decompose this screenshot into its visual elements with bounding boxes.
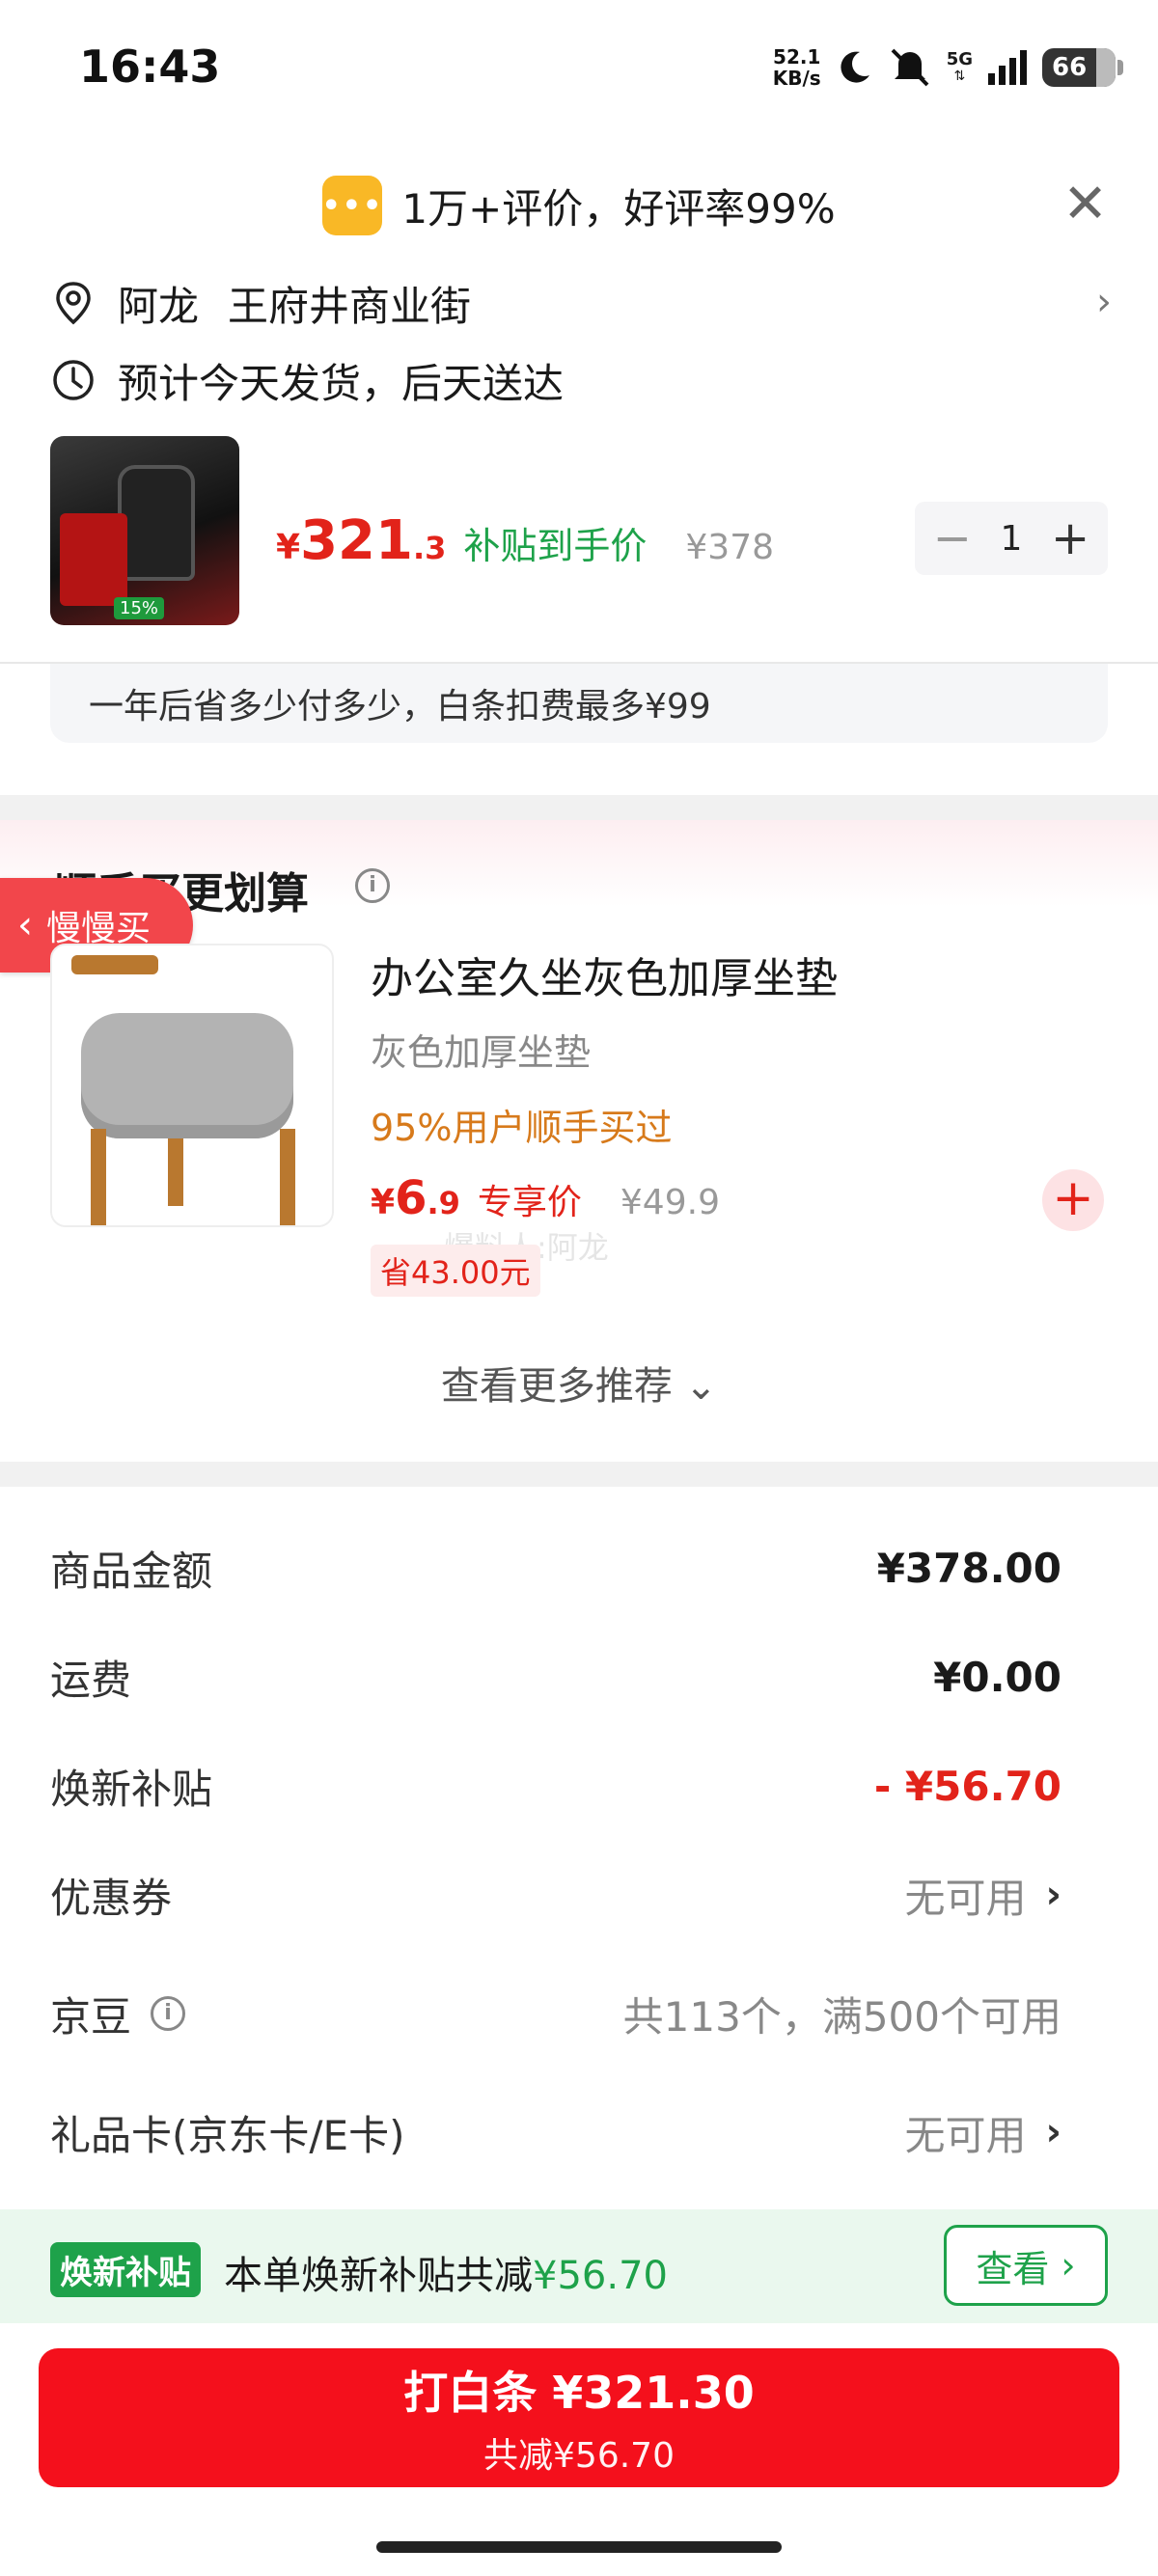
recommend-item-hint: 95%用户顺手买过 [371, 1107, 673, 1149]
address-row[interactable]: 阿龙 王府井商业街 › [50, 274, 1112, 332]
subsidy-text: 本单焕新补贴共减¥56.70 [224, 2254, 668, 2298]
pay-button-sub: 共减¥56.70 [483, 2436, 675, 2476]
pay-button[interactable]: 打白条 ¥321.30 共减¥56.70 [39, 2348, 1119, 2487]
clock-icon [53, 360, 94, 400]
battery-indicator: 66 [1042, 48, 1123, 87]
review-text: 1万+评价，好评率99% [401, 184, 836, 233]
recommend-item-price: ¥ 6 .9 专享价 ¥49.9 [371, 1171, 720, 1225]
product-price: ¥ 321 .3 补贴到手价 ¥378 [276, 509, 775, 572]
view-subsidy-button[interactable]: 查看 › [944, 2225, 1108, 2306]
product-image-badge: 15% [114, 597, 165, 619]
more-recommend-link[interactable]: 查看更多推荐 ⌄ [0, 1355, 1158, 1411]
recommend-item-name[interactable]: 办公室久坐灰色加厚坐垫 [371, 944, 838, 1005]
save-badge: 省43.00元 [371, 1245, 540, 1297]
review-banner: ••• 1万+评价，好评率99% [0, 172, 1158, 239]
quantity-value[interactable]: 1 [1001, 519, 1023, 559]
cost-row-giftcard[interactable]: 礼品卡(京东卡/E卡) 无可用 › [50, 2098, 1062, 2166]
section-gap [0, 795, 1158, 820]
pay-button-main: 打白条 ¥321.30 [403, 2367, 755, 2419]
home-indicator[interactable] [376, 2541, 782, 2553]
cost-row-subsidy: 焕新补贴 - ¥56.70 [50, 1762, 1062, 1813]
status-icons: 52.1 KB/s 5G ⇅ 66 [772, 39, 1123, 96]
recommend-item-spec: 灰色加厚坐垫 [371, 1031, 592, 1074]
mute-icon [891, 48, 929, 87]
chevron-right-icon: › [1045, 2110, 1062, 2154]
chat-bubble-icon: ••• [322, 176, 383, 235]
info-icon[interactable]: i [151, 1996, 186, 2031]
cost-row-coupon[interactable]: 优惠券 无可用 › [50, 1861, 1062, 1929]
moon-icon [841, 51, 869, 83]
address-detail: 王府井商业街 [228, 282, 472, 330]
subsidy-tag: 焕新补贴 [50, 2242, 201, 2297]
chevron-right-icon: › [1096, 280, 1112, 324]
cost-row-jingdou: 京豆 i 共113个，满500个可用 [50, 1992, 1062, 2041]
signal-bars-icon [988, 50, 1027, 85]
price-label: 补贴到手价 [463, 525, 648, 567]
add-to-order-button[interactable]: + [1042, 1169, 1104, 1231]
close-icon[interactable]: ✕ [1062, 178, 1108, 232]
subsidy-strip: 焕新补贴 本单焕新补贴共减¥56.70 查看 › [0, 2209, 1158, 2323]
recommend-item-image[interactable] [50, 944, 334, 1227]
location-pin-icon [56, 282, 91, 325]
increase-button[interactable]: + [1043, 505, 1097, 572]
signal-indicator: 5G ⇅ [946, 49, 973, 85]
shipping-row: 预计今天发货，后天送达 [50, 351, 564, 409]
product-row: 15% ¥ 321 .3 补贴到手价 ¥378 − 1 + [50, 436, 1108, 627]
status-time: 16:43 [79, 41, 221, 93]
chevron-right-icon: › [1061, 2244, 1076, 2287]
product-image[interactable]: 15% [50, 436, 239, 625]
section-gap [0, 1462, 1158, 1487]
cost-row-shipping: 运费 ¥0.00 [50, 1653, 1062, 1704]
quantity-stepper: − 1 + [915, 502, 1108, 575]
baitiao-note: 一年后省多少付多少，白条扣费最多¥99 [50, 664, 1108, 743]
recommend-section: 顺手买更划算 i ‹ 慢慢买 办公室久坐灰色加厚坐垫 灰色加厚坐垫 95%用户顺… [0, 820, 1158, 1462]
status-bar: 16:43 52.1 KB/s 5G ⇅ 66 [0, 0, 1158, 135]
address-name: 阿龙 [118, 282, 200, 330]
chevron-left-icon: ‹ [17, 903, 33, 947]
net-speed: 52.1 KB/s [772, 45, 821, 90]
decrease-button[interactable]: − [925, 505, 979, 572]
chevron-right-icon: › [1045, 1873, 1062, 1917]
cost-row-goods: 商品金额 ¥378.00 [50, 1544, 1062, 1595]
info-icon[interactable]: i [355, 868, 390, 903]
original-price: ¥378 [685, 528, 775, 567]
shipping-text: 预计今天发货，后天送达 [118, 359, 565, 407]
